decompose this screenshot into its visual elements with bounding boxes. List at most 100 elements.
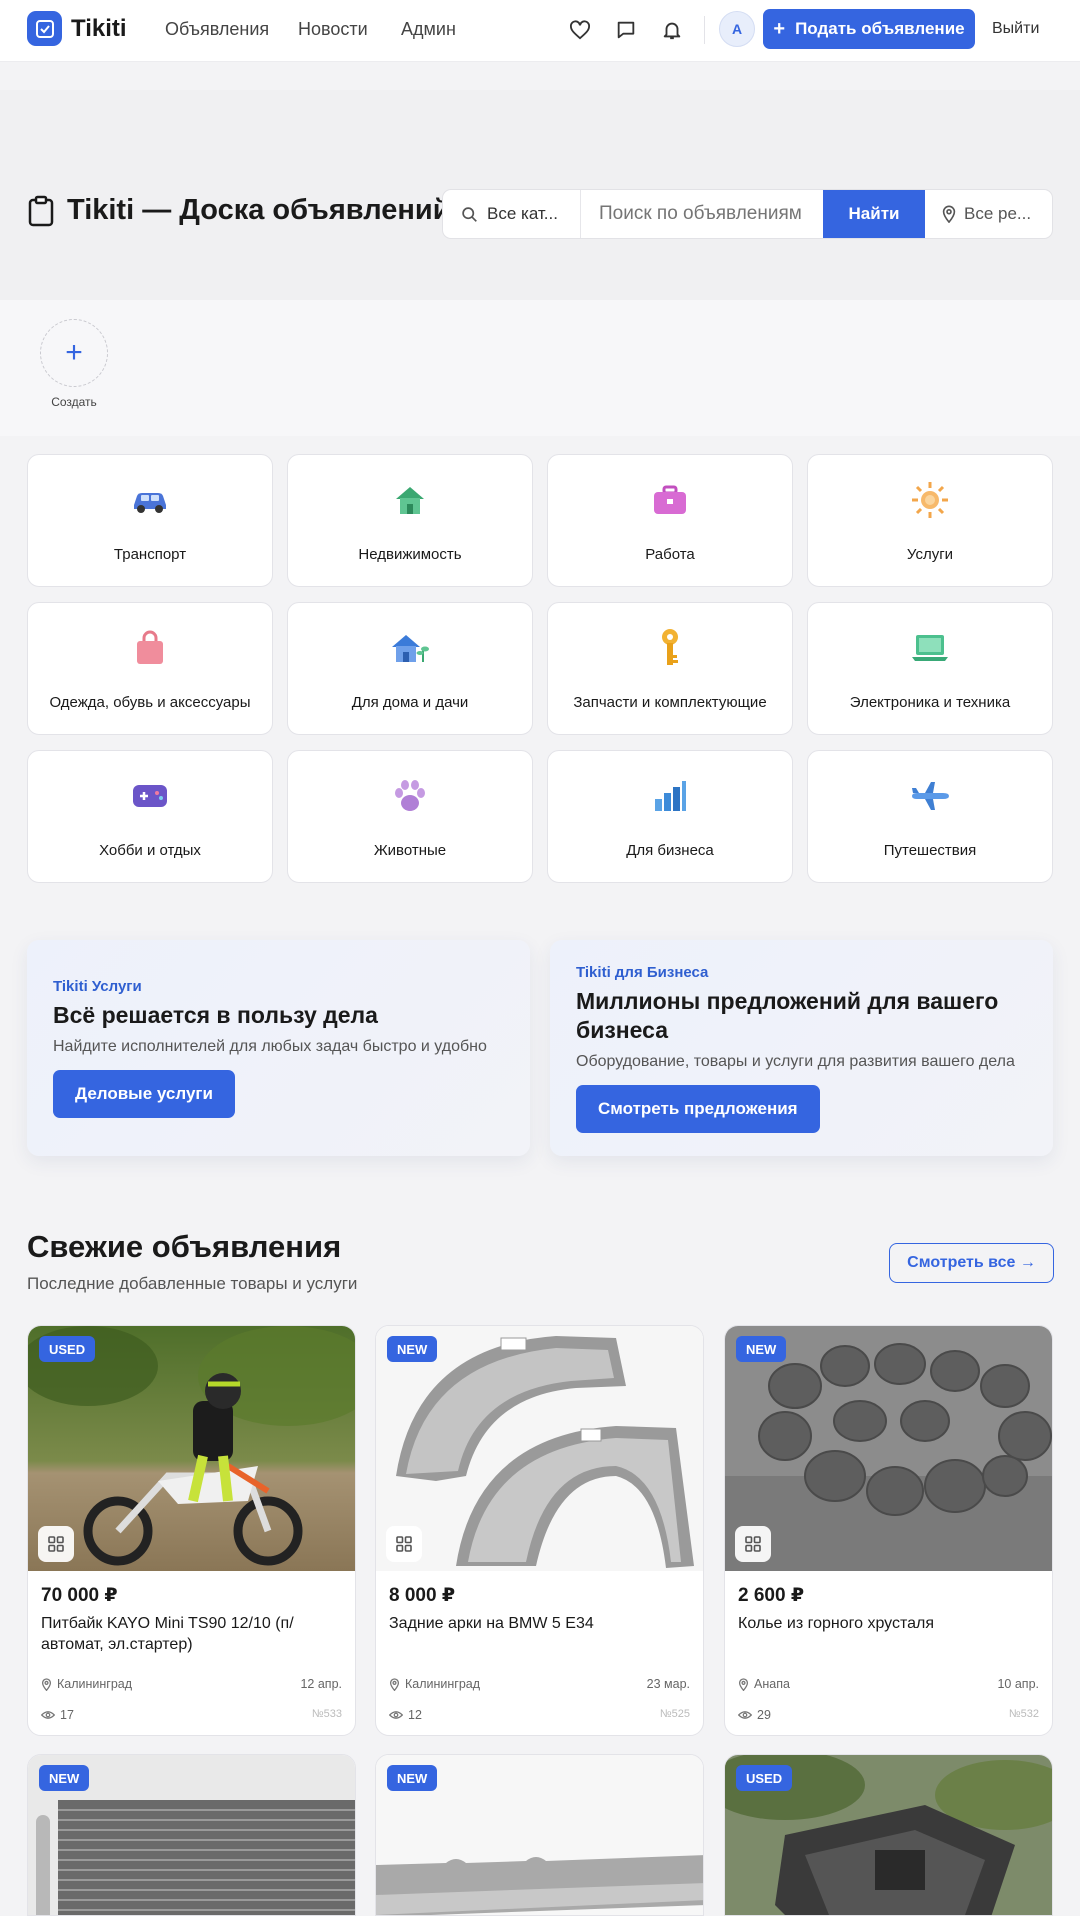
chat-icon[interactable] [613,17,639,43]
bell-icon[interactable] [659,17,685,43]
section-subtitle: Последние добавленные товары и услуги [27,1274,358,1293]
category-label: Услуги [906,546,954,563]
listing-views-count: 12 [408,1708,422,1722]
category-card-jobs[interactable]: Работа [547,454,793,587]
gallery-icon[interactable] [38,1526,74,1562]
paw-icon [288,777,532,815]
nav-admin[interactable]: Админ [401,19,456,40]
bar-chart-icon [548,777,792,815]
listing-card[interactable]: NEW 8 000 ₽ Задние арки на BMW 5 E34 Кал… [375,1325,704,1736]
listing-card[interactable]: NEW [27,1754,356,1916]
top-header: Tikiti Объявления Новости Админ A + Пода… [0,0,1080,62]
gallery-icon[interactable] [735,1526,771,1562]
category-card-transport[interactable]: Транспорт [27,454,273,587]
listing-id: №525 [659,1708,690,1720]
laptop-icon [808,629,1052,667]
promo-heading: Миллионы предложений для вашего бизнеса [576,988,999,1043]
logout-link[interactable]: Выйти [992,20,1039,38]
category-card-parts[interactable]: Запчасти и комплектующие [547,602,793,735]
listing-photo [725,1326,1052,1571]
location-pin-icon [942,205,956,223]
category-card-electronics[interactable]: Электроника и техника [807,602,1053,735]
category-card-services[interactable]: Услуги [807,454,1053,587]
condition-badge: NEW [387,1336,438,1362]
page-title: Tikiti — Доска объявлений [27,194,451,227]
briefcase-icon [548,481,792,519]
find-button[interactable]: Найти [823,190,925,238]
listing-city: Калининград [57,1677,133,1691]
location-pin-icon [41,1677,52,1691]
promo-description: Оборудование, товары и услуги для развит… [576,1053,1015,1070]
category-select[interactable]: Все кат... [443,190,581,238]
listing-title[interactable]: Задние арки на BMW 5 E34 [389,1613,689,1634]
listing-price: 8 000 ₽ [389,1585,456,1606]
stories-strip: + Создать [0,300,1080,436]
bag-icon [28,629,272,667]
category-card-home-garden[interactable]: Для дома и дачи [287,602,533,735]
listing-card[interactable]: NEW 2 600 ₽ Колье из горного хрусталя Ан… [724,1325,1053,1736]
view-offers-button[interactable]: Смотреть предложения [576,1085,820,1133]
listing-id: №532 [1008,1708,1039,1720]
category-label: Путешествия [883,842,977,859]
listing-date: 10 апр. [997,1677,1039,1691]
category-card-travel[interactable]: Путешествия [807,750,1053,883]
listing-date: 12 апр. [300,1677,342,1691]
see-all-button[interactable]: Смотреть все → [889,1243,1054,1283]
search-input[interactable] [581,190,823,238]
condition-badge: USED [39,1336,96,1362]
category-card-animals[interactable]: Животные [287,750,533,883]
eye-icon [41,1711,55,1719]
listing-card[interactable]: NEW [375,1754,704,1916]
create-story-label: Создать [51,395,97,409]
category-label: Запчасти и комплектующие [573,694,767,711]
category-card-business[interactable]: Для бизнеса [547,750,793,883]
category-label: Животные [373,842,447,859]
listing-title[interactable]: Питбайк KAYO Mini TS90 12/10 (п/автомат,… [41,1613,341,1655]
search-icon [462,206,477,222]
listing-title[interactable]: Колье из горного хрусталя [738,1613,1038,1634]
listing-location: Анапа [738,1677,790,1691]
post-ad-button[interactable]: + Подать объявление [763,9,975,49]
logo-text[interactable]: Tikiti [71,15,127,43]
logo-icon[interactable] [27,11,62,46]
listing-price: 70 000 ₽ [41,1585,118,1606]
location-pin-icon [738,1677,749,1691]
promo-services: Tikiti Услуги Всё решается в пользу дела… [27,940,530,1156]
section-title: Свежие объявления [27,1229,342,1264]
avatar[interactable]: A [719,11,755,47]
plus-icon: + [65,336,83,369]
heart-icon[interactable] [567,17,593,43]
listing-views: 29 [738,1708,771,1722]
category-label: Одежда, обувь и аксессуары [49,694,251,711]
nav-news[interactable]: Новости [298,19,368,40]
promo-business: Tikiti для Бизнеса Миллионы предложений … [550,940,1053,1156]
category-card-realty[interactable]: Недвижимость [287,454,533,587]
listing-views: 17 [41,1708,74,1722]
gallery-icon[interactable] [386,1526,422,1562]
post-ad-label: Подать объявление [795,19,965,38]
category-label: Для дома и дачи [351,694,469,711]
listing-price: 2 600 ₽ [738,1585,805,1606]
eye-icon [389,1711,403,1719]
car-icon [28,481,272,519]
sun-icon [808,481,1052,519]
listing-card[interactable]: USED 70 000 ₽ Питбайк KAYO Mini TS90 12/… [27,1325,356,1736]
nav-listings[interactable]: Объявления [165,19,269,40]
category-label: Недвижимость [358,546,462,563]
listing-city: Анапа [754,1677,790,1691]
category-label: Работа [645,546,695,563]
condition-badge: NEW [736,1336,787,1362]
business-services-button[interactable]: Деловые услуги [53,1070,235,1118]
create-story-button[interactable]: + [40,319,108,387]
condition-badge: NEW [387,1765,438,1791]
listing-card[interactable]: USED [724,1754,1053,1916]
category-card-clothing[interactable]: Одежда, обувь и аксессуары [27,602,273,735]
category-card-hobby[interactable]: Хобби и отдых [27,750,273,883]
gamepad-icon [28,777,272,815]
promo-tag: Tikiti для Бизнеса [576,964,709,981]
page-title-text: Tikiti — Доска объявлений [67,194,451,226]
region-select[interactable]: Все ре... [925,190,1052,238]
category-label: Хобби и отдых [99,842,201,859]
listing-views-count: 17 [60,1708,74,1722]
garden-house-icon [288,629,532,667]
